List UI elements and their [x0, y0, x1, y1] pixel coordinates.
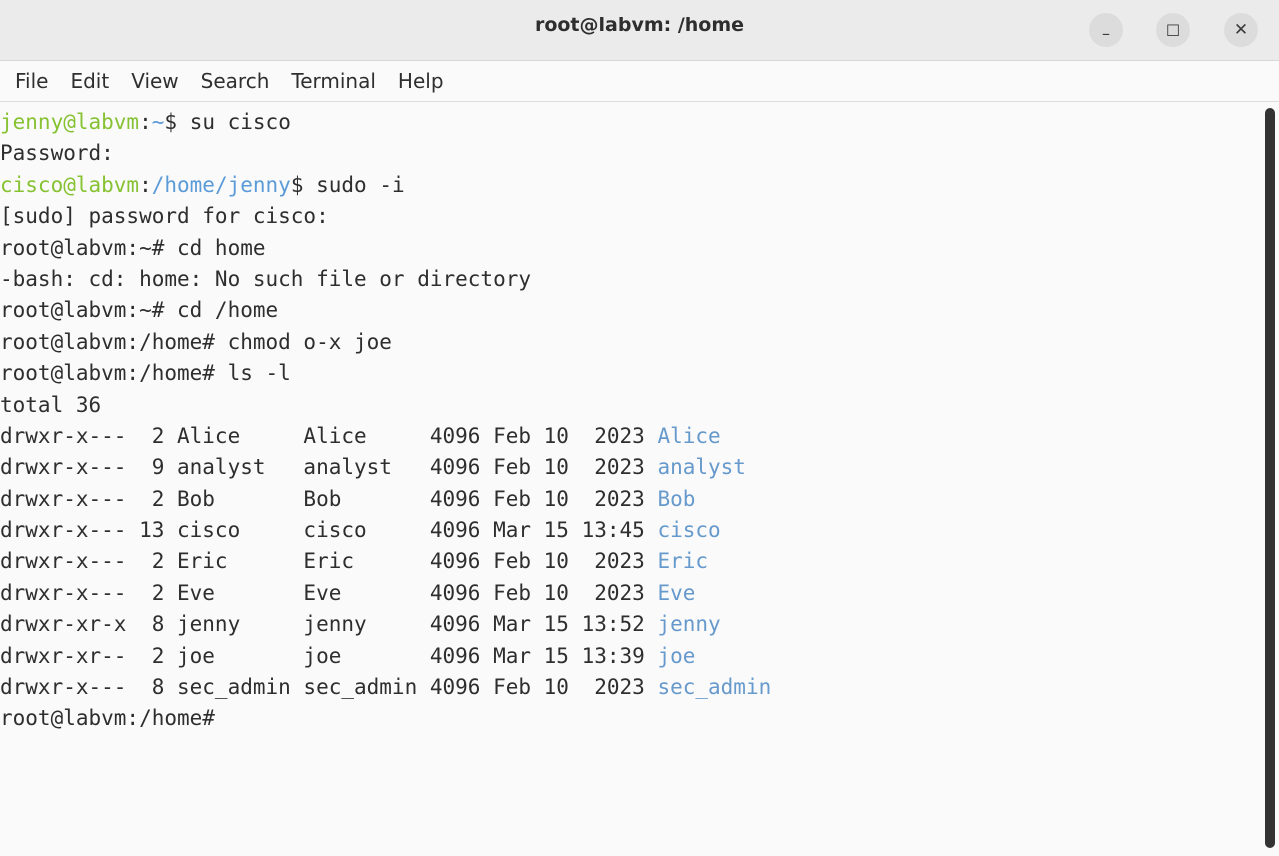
scrollbar-thumb[interactable]: [1265, 108, 1275, 848]
close-button[interactable]: ✕: [1224, 13, 1258, 47]
ls-directory-name: Eric: [657, 549, 709, 574]
ls-entry-details: drwxr-x--- 13 cisco cisco 4096 Mar 15 13…: [0, 518, 658, 543]
command-text: su cisco: [189, 110, 291, 134]
terminal-line: cisco@labvm:/home/jenny$ sudo -i: [0, 170, 1258, 201]
output-text: root@labvm:/home# ls -l: [0, 361, 291, 386]
prompt-path: ~: [151, 110, 165, 134]
prompt-symbol: $: [290, 172, 317, 197]
menu-help[interactable]: Help: [392, 65, 450, 97]
ls-entry-details: drwxr-x--- 9 analyst analyst 4096 Feb 10…: [0, 455, 658, 480]
prompt-separator: :: [139, 172, 152, 197]
terminal-line: Password:: [0, 138, 1258, 169]
terminal-line: drwxr-x--- 13 cisco cisco 4096 Mar 15 13…: [0, 515, 1258, 546]
ls-directory-name: Alice: [657, 423, 721, 448]
prompt-user-host: cisco@labvm: [0, 172, 140, 197]
ls-directory-name: joe: [657, 643, 696, 668]
ls-directory-name: jenny: [657, 612, 721, 637]
maximize-icon: ☐: [1165, 20, 1181, 40]
ls-entry-details: drwxr-x--- 8 sec_admin sec_admin 4096 Fe…: [0, 675, 658, 700]
prompt-path: /home/jenny: [151, 172, 291, 197]
ls-entry-details: drwxr-xr-- 2 joe joe 4096 Mar 15 13:39: [0, 643, 658, 668]
close-icon: ✕: [1233, 20, 1249, 40]
output-text: root@labvm:~# cd /home: [0, 298, 279, 323]
command-text: sudo -i: [316, 172, 405, 197]
terminal-output[interactable]: jenny@labvm:~$ su cisco Password: cisco@la…: [0, 104, 1258, 856]
output-text: [sudo] password for cisco:: [0, 204, 329, 229]
terminal-line: jenny@labvm:~$ su cisco: [0, 107, 1258, 138]
terminal-window: root@labvm: /home – ☐ ✕ File Edit View S…: [0, 0, 1279, 856]
menu-edit[interactable]: Edit: [64, 65, 115, 97]
ls-entry-details: drwxr-x--- 2 Eric Eric 4096 Feb 10 2023: [0, 549, 658, 574]
ls-entry-details: drwxr-xr-x 8 jenny jenny 4096 Mar 15 13:…: [0, 612, 658, 637]
terminal-line: drwxr-xr-- 2 joe joe 4096 Mar 15 13:39 j…: [0, 641, 1258, 672]
window-title: root@labvm: /home: [534, 14, 745, 36]
terminal-line: drwxr-xr-x 8 jenny jenny 4096 Mar 15 13:…: [0, 609, 1258, 640]
prompt-user-host: jenny@labvm: [0, 110, 140, 134]
output-text: root@labvm:/home#: [0, 706, 215, 731]
terminal-line: -bash: cd: home: No such file or directo…: [0, 264, 1258, 295]
terminal-line: drwxr-x--- 2 Eric Eric 4096 Feb 10 2023 …: [0, 546, 1258, 577]
terminal-line: root@labvm:~# cd home: [0, 233, 1258, 264]
ls-entry-details: drwxr-x--- 2 Bob Bob 4096 Feb 10 2023: [0, 486, 658, 511]
terminal-line: root@labvm:/home#: [0, 703, 1258, 734]
terminal-line: drwxr-x--- 9 analyst analyst 4096 Feb 10…: [0, 452, 1258, 483]
prompt-symbol: $: [164, 110, 190, 134]
minimize-button[interactable]: –: [1089, 13, 1123, 47]
terminal-line: root@labvm:/home# chmod o-x joe: [0, 327, 1258, 358]
terminal-line: drwxr-x--- 2 Bob Bob 4096 Feb 10 2023 Bo…: [0, 484, 1258, 515]
terminal-line: [sudo] password for cisco:: [0, 201, 1258, 232]
output-text: root@labvm:~# cd home: [0, 235, 266, 260]
terminal-line: root@labvm:~# cd /home: [0, 295, 1258, 326]
ls-directory-name: Bob: [657, 486, 696, 511]
output-text: root@labvm:/home# chmod o-x joe: [0, 329, 392, 354]
output-text: total 36: [0, 392, 102, 417]
ls-entry-details: drwxr-x--- 2 Alice Alice 4096 Feb 10 202…: [0, 423, 658, 448]
ls-directory-name: cisco: [657, 518, 721, 543]
menu-terminal[interactable]: Terminal: [285, 65, 382, 97]
ls-directory-name: Eve: [657, 580, 696, 605]
output-text: -bash: cd: home: No such file or directo…: [0, 266, 532, 291]
title-bar[interactable]: root@labvm: /home – ☐ ✕: [0, 0, 1279, 61]
terminal-line: root@labvm:/home# ls -l: [0, 358, 1258, 389]
ls-directory-name: sec_admin: [657, 675, 772, 700]
terminal-line: drwxr-x--- 8 sec_admin sec_admin 4096 Fe…: [0, 672, 1258, 703]
terminal-line: drwxr-x--- 2 Eve Eve 4096 Feb 10 2023 Ev…: [0, 578, 1258, 609]
terminal-line: drwxr-x--- 2 Alice Alice 4096 Feb 10 202…: [0, 421, 1258, 452]
prompt-separator: :: [139, 110, 152, 134]
menu-bar: File Edit View Search Terminal Help: [0, 61, 1279, 102]
menu-file[interactable]: File: [9, 65, 54, 97]
output-text: Password:: [0, 141, 114, 166]
terminal-line: total 36: [0, 390, 1258, 421]
maximize-button[interactable]: ☐: [1156, 13, 1190, 47]
menu-view[interactable]: View: [125, 65, 184, 97]
menu-search[interactable]: Search: [195, 65, 276, 97]
ls-directory-name: analyst: [657, 455, 746, 480]
minimize-icon: –: [1102, 23, 1110, 43]
ls-entry-details: drwxr-x--- 2 Eve Eve 4096 Feb 10 2023: [0, 580, 658, 605]
